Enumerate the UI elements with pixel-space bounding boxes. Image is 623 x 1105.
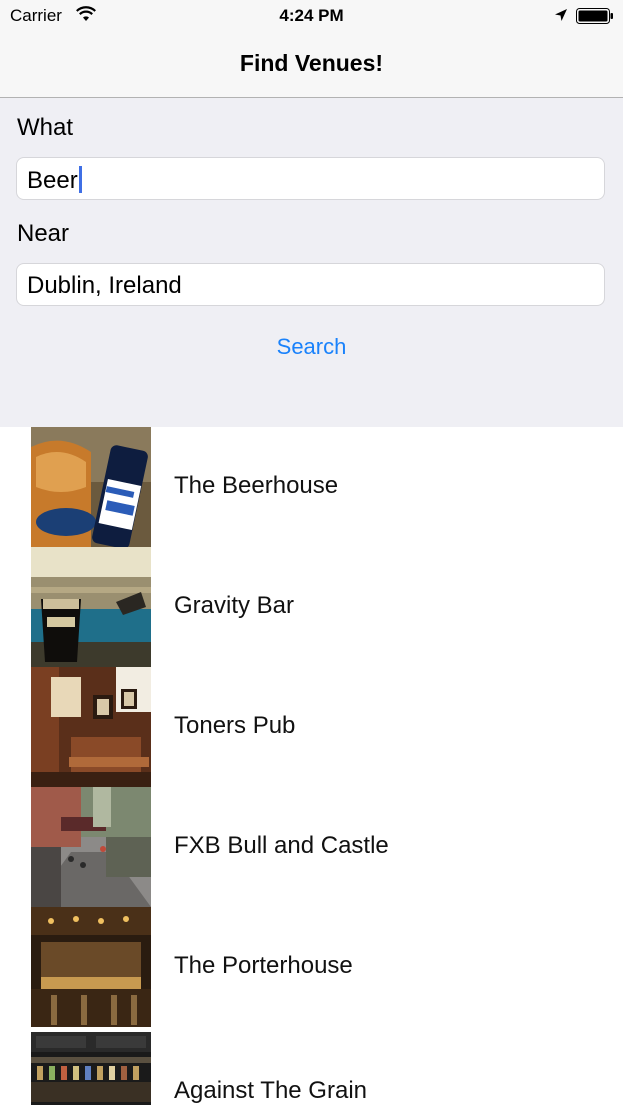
venue-name: Against The Grain: [174, 1077, 367, 1104]
navigation-bar: Find Venues!: [0, 34, 623, 98]
venue-name: The Beerhouse: [174, 472, 339, 499]
venue-row[interactable]: The Beerhouse: [0, 427, 623, 547]
what-label: What: [17, 114, 74, 141]
venue-photo: [31, 787, 151, 907]
venue-name: Gravity Bar: [174, 592, 295, 619]
text-cursor: [78, 166, 82, 193]
page-title: Find Venues!: [239, 50, 384, 76]
near-label: Near: [17, 220, 70, 247]
venue-name: The Porterhouse: [174, 952, 353, 979]
venue-photo: [31, 1032, 151, 1105]
venue-photo: [31, 667, 151, 787]
venue-row[interactable]: The Porterhouse: [0, 907, 623, 1027]
clock: 4:24 PM: [279, 6, 344, 25]
venue-row[interactable]: Against The Grain: [0, 1032, 623, 1105]
search-button[interactable]: Search: [0, 334, 623, 360]
venue-row[interactable]: Toners Pub: [0, 667, 623, 787]
what-field-value: Beer: [27, 167, 78, 194]
venue-photo: [31, 427, 151, 547]
near-field[interactable]: Dublin, Ireland: [16, 263, 605, 306]
search-form: What Beer Near Dublin, Ireland Search: [0, 98, 623, 427]
venue-photo: [31, 547, 151, 667]
venue-name: Toners Pub: [174, 712, 296, 739]
what-field[interactable]: Beer: [16, 157, 605, 200]
venue-name: FXB Bull and Castle: [174, 832, 389, 859]
venue-list[interactable]: The Beerhouse Gravity Bar Toners Pub FXB…: [0, 427, 623, 1105]
status-bar: Carrier 4:24 PM: [0, 0, 623, 34]
location-arrow-icon: [554, 8, 568, 27]
venue-row[interactable]: FXB Bull and Castle: [0, 787, 623, 907]
venue-photo: [31, 907, 151, 1027]
near-field-value: Dublin, Ireland: [27, 272, 182, 299]
battery-icon: [576, 8, 614, 29]
venue-row[interactable]: Gravity Bar: [0, 547, 623, 667]
